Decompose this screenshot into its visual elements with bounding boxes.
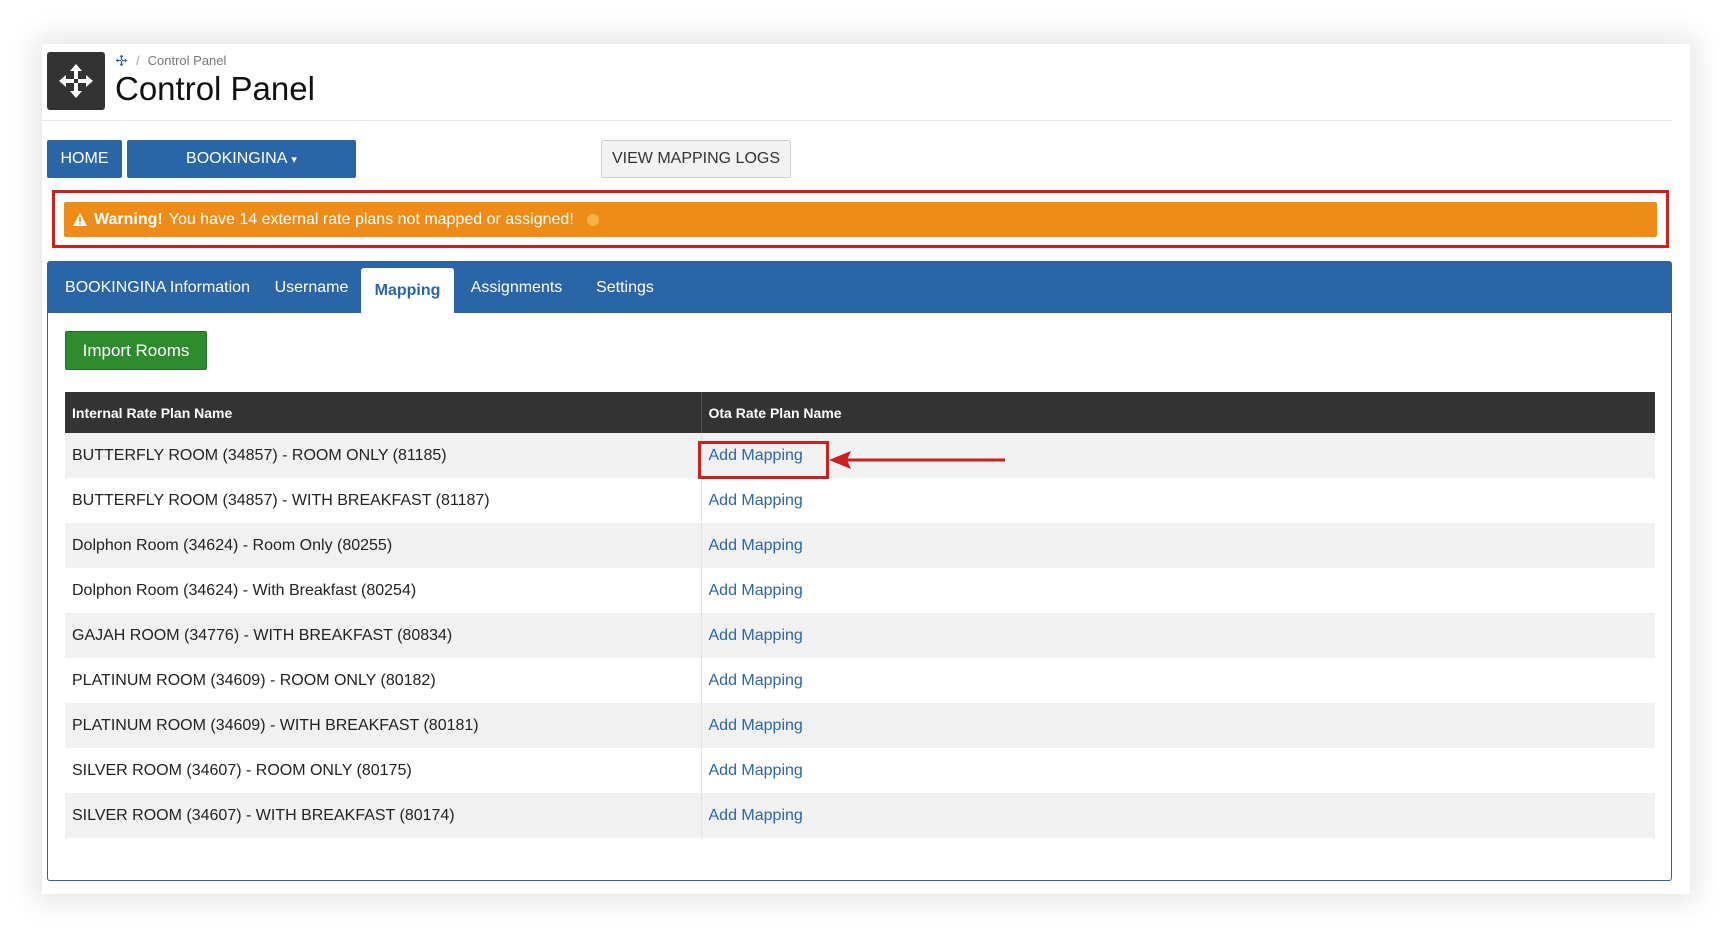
table-row: BUTTERFLY ROOM (34857) - WITH BREAKFAST … [65, 478, 1655, 523]
table-row: SILVER ROOM (34607) - ROOM ONLY (80175) … [65, 748, 1655, 793]
ota-rate-plan-cell: Add Mapping [701, 703, 1655, 748]
table-row: PLATINUM ROOM (34609) - WITH BREAKFAST (… [65, 703, 1655, 748]
internal-rate-plan-cell: GAJAH ROOM (34776) - WITH BREAKFAST (808… [65, 613, 702, 658]
tab-information[interactable]: BOOKINGINA Information [58, 262, 257, 313]
view-mapping-logs-button[interactable]: VIEW MAPPING LOGS [601, 140, 791, 178]
warning-triangle-icon [73, 213, 87, 226]
warning-message: You have 14 external rate plans not mapp… [168, 210, 574, 228]
channel-dropdown-button[interactable]: BOOKINGINA ▾ [127, 140, 356, 178]
channel-dropdown-label: BOOKINGINA [186, 150, 288, 167]
pointer-arrow-icon [829, 451, 1005, 469]
internal-rate-plan-cell: PLATINUM ROOM (34609) - WITH BREAKFAST (… [65, 703, 702, 748]
ota-rate-plan-cell: Add Mapping [701, 748, 1655, 793]
table-row: Dolphon Room (34624) - With Breakfast (8… [65, 568, 1655, 613]
internal-rate-plan-cell: Dolphon Room (34624) - Room Only (80255) [65, 523, 702, 568]
add-mapping-highlight-box [698, 441, 829, 479]
table-row: GAJAH ROOM (34776) - WITH BREAKFAST (808… [65, 613, 1655, 658]
internal-rate-plan-cell: Dolphon Room (34624) - With Breakfast (8… [65, 568, 702, 613]
warning-alert: Warning! You have 14 external rate plans… [64, 202, 1657, 237]
channel-panel: BOOKINGINA Information Username Mapping … [47, 261, 1672, 881]
app-logo [47, 52, 105, 110]
internal-rate-plan-cell: SILVER ROOM (34607) - WITH BREAKFAST (80… [65, 793, 702, 838]
home-button[interactable]: HOME [47, 140, 122, 178]
breadcrumb-separator: / [136, 53, 140, 68]
add-mapping-link[interactable]: Add Mapping [709, 717, 803, 734]
page-title: Control Panel [115, 70, 315, 107]
column-header-ota[interactable]: Ota Rate Plan Name [701, 392, 1655, 433]
table-row: Dolphon Room (34624) - Room Only (80255)… [65, 523, 1655, 568]
add-mapping-link[interactable]: Add Mapping [709, 672, 803, 689]
breadcrumb: / Control Panel [115, 53, 226, 68]
import-rooms-button[interactable]: Import Rooms [65, 331, 207, 370]
breadcrumb-current: Control Panel [147, 53, 227, 68]
add-mapping-link[interactable]: Add Mapping [709, 807, 803, 824]
add-mapping-link[interactable]: Add Mapping [709, 537, 803, 554]
internal-rate-plan-cell: BUTTERFLY ROOM (34857) - ROOM ONLY (8118… [65, 433, 702, 478]
header-divider [42, 120, 1672, 121]
add-mapping-link[interactable]: Add Mapping [709, 492, 803, 509]
table-header-row: Internal Rate Plan Name Ota Rate Plan Na… [65, 392, 1655, 433]
add-mapping-link[interactable]: Add Mapping [709, 762, 803, 779]
add-mapping-link[interactable]: Add Mapping [709, 582, 803, 599]
ota-rate-plan-cell: Add Mapping [701, 523, 1655, 568]
move-arrows-icon [59, 64, 93, 98]
warning-label: Warning! [94, 210, 163, 228]
ota-rate-plan-cell: Add Mapping [701, 658, 1655, 703]
table-row: SILVER ROOM (34607) - WITH BREAKFAST (80… [65, 793, 1655, 838]
ota-rate-plan-cell: Add Mapping [701, 478, 1655, 523]
internal-rate-plan-cell: SILVER ROOM (34607) - ROOM ONLY (80175) [65, 748, 702, 793]
move-arrows-icon[interactable] [115, 54, 128, 67]
caret-down-icon: ▾ [291, 153, 297, 166]
tab-mapping[interactable]: Mapping [361, 268, 454, 313]
help-circle-icon[interactable] [586, 213, 600, 227]
column-header-internal[interactable]: Internal Rate Plan Name [65, 392, 702, 433]
tab-assignments[interactable]: Assignments [460, 262, 573, 313]
tab-settings[interactable]: Settings [583, 262, 667, 313]
screenshot-canvas: / Control Panel Control Panel HOME BOOKI… [0, 0, 1730, 934]
ota-rate-plan-cell: Add Mapping [701, 613, 1655, 658]
internal-rate-plan-cell: PLATINUM ROOM (34609) - ROOM ONLY (80182… [65, 658, 702, 703]
tab-bar: BOOKINGINA Information Username Mapping … [48, 262, 1671, 313]
control-panel-window: / Control Panel Control Panel HOME BOOKI… [42, 44, 1690, 894]
add-mapping-link[interactable]: Add Mapping [709, 627, 803, 644]
table-row: PLATINUM ROOM (34609) - ROOM ONLY (80182… [65, 658, 1655, 703]
ota-rate-plan-cell: Add Mapping [701, 793, 1655, 838]
ota-rate-plan-cell: Add Mapping [701, 568, 1655, 613]
internal-rate-plan-cell: BUTTERFLY ROOM (34857) - WITH BREAKFAST … [65, 478, 702, 523]
tab-username[interactable]: Username [262, 262, 361, 313]
